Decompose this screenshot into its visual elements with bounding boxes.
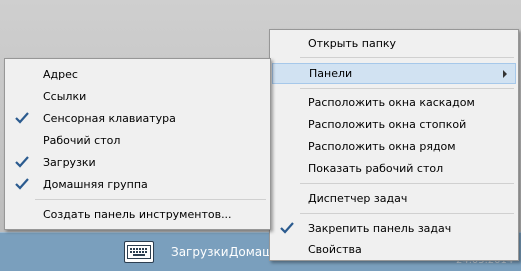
submenu-item-downloads[interactable]: Загрузки: [7, 152, 268, 173]
menu-item-label: Расположить окна стопкой: [308, 118, 467, 131]
menu-item-label: Ссылки: [43, 90, 87, 103]
menu-item-side-by-side-windows[interactable]: Расположить окна рядом: [272, 136, 516, 157]
menu-item-label: Домашняя группа: [43, 178, 148, 191]
menu-item-stack-windows[interactable]: Расположить окна стопкой: [272, 114, 516, 135]
checkmark-icon: [15, 178, 29, 190]
menu-item-label: Панели: [309, 67, 353, 80]
menu-item-label: Расположить окна каскадом: [308, 96, 475, 109]
taskbar-context-menu: Открыть папку Панели Расположить окна ка…: [269, 29, 519, 261]
menu-item-label: Загрузки: [43, 156, 96, 169]
menu-separator: [35, 199, 266, 200]
menu-item-label: Сенсорная клавиатура: [43, 112, 176, 125]
keyboard-icon: [127, 245, 151, 259]
menu-item-cascade-windows[interactable]: Расположить окна каскадом: [272, 92, 516, 113]
menu-item-label: Диспетчер задач: [308, 192, 408, 205]
menu-item-label: Рабочий стол: [43, 134, 121, 147]
menu-item-label: Расположить окна рядом: [308, 140, 456, 153]
menu-item-lock-taskbar[interactable]: Закрепить панель задач: [272, 218, 516, 239]
menu-item-label: Свойства: [308, 243, 362, 256]
taskbar-toolbar-downloads[interactable]: Загрузки: [171, 245, 229, 259]
menu-item-properties[interactable]: Свойства: [272, 239, 516, 260]
submenu-item-new-toolbar[interactable]: Создать панель инструментов...: [7, 204, 268, 225]
menu-separator: [300, 183, 514, 184]
submenu-item-address[interactable]: Адрес: [7, 64, 268, 85]
menu-separator: [300, 57, 514, 58]
menu-item-task-manager[interactable]: Диспетчер задач: [272, 188, 516, 209]
taskbar-toolbar-homegroup[interactable]: Домаш: [229, 245, 273, 259]
menu-item-open-folder[interactable]: Открыть папку: [272, 33, 516, 54]
menu-item-label: Показать рабочий стол: [308, 162, 444, 175]
menu-separator: [300, 213, 514, 214]
checkmark-icon: [280, 222, 294, 234]
menu-item-label: Закрепить панель задач: [308, 222, 452, 235]
submenu-item-homegroup[interactable]: Домашняя группа: [7, 174, 268, 195]
menu-item-toolbars[interactable]: Панели: [272, 63, 516, 84]
submenu-arrow-icon: [503, 70, 507, 78]
menu-item-label: Адрес: [43, 68, 78, 81]
checkmark-icon: [15, 156, 29, 168]
submenu-item-links[interactable]: Ссылки: [7, 86, 268, 107]
checkmark-icon: [15, 112, 29, 124]
toolbars-submenu: Адрес Ссылки Сенсорная клавиатура Рабочи…: [4, 58, 271, 230]
menu-separator: [300, 88, 514, 89]
menu-item-show-desktop[interactable]: Показать рабочий стол: [272, 158, 516, 179]
menu-item-label: Создать панель инструментов...: [43, 208, 232, 221]
submenu-item-desktop[interactable]: Рабочий стол: [7, 130, 268, 151]
submenu-item-touch-keyboard[interactable]: Сенсорная клавиатура: [7, 108, 268, 129]
menu-item-label: Открыть папку: [308, 37, 397, 50]
touch-keyboard-button[interactable]: [124, 241, 154, 263]
